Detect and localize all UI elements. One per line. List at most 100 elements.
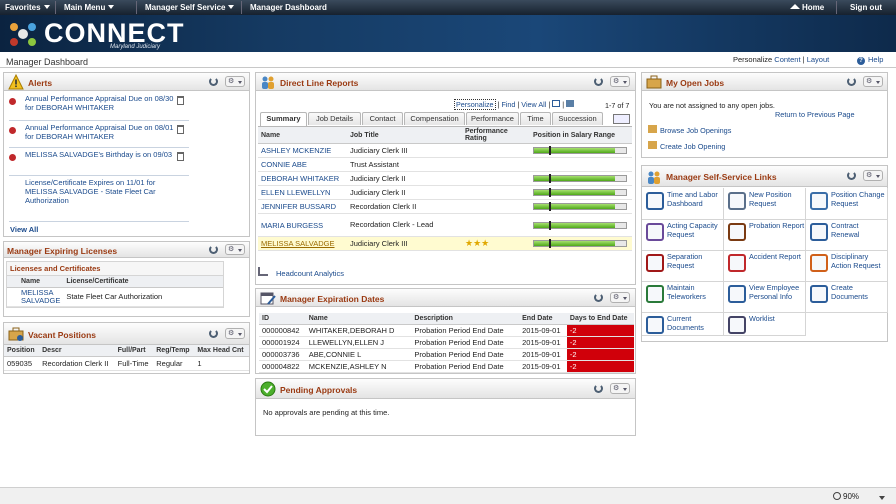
refresh-icon[interactable] [847, 77, 856, 86]
position-change-icon [810, 192, 828, 210]
zoom-grid-icon[interactable] [552, 100, 561, 107]
main-menu[interactable]: Main Menu [64, 3, 115, 12]
employee-name-link[interactable]: ELLEN LLEWELLYN [258, 185, 347, 200]
tab-contact[interactable]: Contact [362, 112, 403, 125]
self-service-link[interactable]: Contract Renewal [806, 219, 888, 251]
job-title: Judiciary Clerk II [347, 185, 462, 200]
zoom-icon [833, 492, 841, 500]
view-all-alerts-link[interactable]: View All [10, 225, 38, 234]
logo-subtitle: Maryland Judiciary [110, 44, 161, 50]
salary-range-bar [533, 188, 627, 197]
self-service-link[interactable]: View Employee Personal Info [724, 281, 806, 313]
employee-name-link[interactable]: ASHLEY MCKENZIE [258, 143, 347, 158]
self-service-link[interactable]: Acting Capacity Request [642, 219, 724, 251]
self-service-link[interactable]: Current Documents [642, 312, 724, 336]
table-row: MELISSA SALVADGE State Fleet Car Authoriz… [7, 287, 223, 307]
sign-out-link[interactable]: Sign out [850, 3, 882, 12]
performance-rating: ★★★ [462, 236, 530, 251]
self-service-link[interactable]: Time and Labor Dashboard [642, 188, 724, 220]
analytics-icon [258, 267, 268, 276]
alert-item[interactable]: MELISSA SALVADGE's Birthday is on 09/03 [9, 149, 189, 176]
favorites-menu[interactable]: Favorites [5, 3, 50, 12]
self-service-link[interactable]: Separation Request [642, 250, 724, 282]
self-service-link[interactable]: New Position Request [724, 188, 806, 220]
trash-icon[interactable] [177, 125, 184, 134]
browse-jobs-link[interactable]: Browse Job Openings [648, 125, 731, 135]
pagelet-options-button[interactable]: ⚙ [225, 328, 245, 339]
alert-item[interactable]: Annual Performance Appraisal Due on 08/3… [9, 93, 189, 121]
pagelet-options-button[interactable]: ⚙ [610, 76, 630, 87]
license-employee-link[interactable]: MELISSA SALVADGE [7, 287, 64, 307]
employee-name-link[interactable]: DEBORAH WHITAKER [258, 171, 347, 186]
pending-header: Pending Approvals ⚙ [256, 379, 635, 399]
refresh-icon[interactable] [594, 293, 603, 302]
tab-succession[interactable]: Succession [552, 112, 603, 125]
personalize-content-link[interactable]: Content [774, 55, 800, 64]
connect-logo-icon [10, 23, 36, 46]
vacant-cell: 1 [194, 356, 249, 371]
breadcrumb-manager-dashboard[interactable]: Manager Dashboard [250, 3, 327, 12]
pagelet-options-button[interactable]: ⚙ [610, 292, 630, 303]
self-service-link[interactable]: Accident Report [724, 250, 806, 282]
job-title: Judiciary Clerk III [347, 143, 462, 158]
error-icon [9, 154, 16, 161]
employee-name-link[interactable]: MELISSA SALVADGE [258, 236, 347, 251]
salary-midpoint-marker [549, 188, 551, 197]
tab-compensation[interactable]: Compensation [404, 112, 465, 125]
refresh-icon[interactable] [209, 245, 218, 254]
expiration-cell: 2015-09-01 [519, 360, 567, 373]
salary-range-cell [530, 157, 632, 172]
find-link[interactable]: Find [501, 100, 515, 109]
pagelet-options-button[interactable]: ⚙ [863, 76, 883, 87]
pagelet-options-button[interactable]: ⚙ [610, 383, 630, 394]
tab-performance[interactable]: Performance [466, 112, 519, 125]
refresh-icon[interactable] [209, 77, 218, 86]
employee-name-link[interactable]: JENNIFER BUSSARD [258, 199, 347, 214]
alert-item[interactable]: Annual Performance Appraisal Due on 08/0… [9, 122, 189, 148]
return-previous-link[interactable]: Return to Previous Page [775, 110, 855, 119]
self-service-link[interactable]: Probation Report [724, 219, 806, 251]
refresh-icon[interactable] [594, 77, 603, 86]
help-link[interactable]: ? Help [857, 55, 883, 65]
breadcrumb-manager-self-service[interactable]: Manager Self Service [145, 3, 235, 12]
alert-item[interactable]: License/Certificate Expires on 11/01 for… [9, 177, 189, 222]
show-all-columns-icon[interactable] [613, 114, 630, 124]
salary-range-fill [534, 148, 615, 153]
pagelet-options-button[interactable]: ⚙ [225, 244, 245, 255]
pagelet-options-button[interactable]: ⚙ [225, 76, 245, 87]
self-service-link[interactable]: Position Change Request [806, 188, 888, 220]
accident-icon [728, 254, 746, 272]
create-job-link[interactable]: Create Job Opening [648, 141, 725, 151]
view-all-link[interactable]: View All [521, 100, 546, 109]
open-jobs-pagelet: My Open Jobs ⚙ You are not assigned to a… [641, 72, 888, 158]
employee-name-link[interactable]: MARIA BURGESS [258, 213, 347, 237]
direct-col-header: Job Title [347, 127, 462, 144]
trash-icon[interactable] [177, 152, 184, 161]
chevron-down-icon[interactable] [879, 496, 885, 500]
refresh-icon[interactable] [847, 171, 856, 180]
expiration-cell: ABE,CONNIE L [305, 348, 412, 361]
home-link[interactable]: Home [790, 3, 824, 12]
personalize-grid-link[interactable]: Personalize [454, 99, 496, 110]
tab-summary[interactable]: Summary [260, 112, 307, 126]
trash-icon[interactable] [177, 96, 184, 105]
zoom-level[interactable]: 90% [833, 492, 859, 501]
refresh-icon[interactable] [209, 329, 218, 338]
salary-range-cell [530, 236, 632, 251]
pagelet-options-button[interactable]: ⚙ [863, 170, 883, 181]
tab-time[interactable]: Time [520, 112, 551, 125]
create-icon [648, 141, 657, 149]
employee-name-link[interactable]: CONNIE ABE [258, 157, 347, 172]
self-service-link[interactable]: Maintain Teleworkers [642, 281, 724, 313]
vacant-cell: Full-Time [114, 356, 154, 371]
refresh-icon[interactable] [594, 384, 603, 393]
self-service-link[interactable]: Worklist [724, 312, 806, 336]
download-excel-icon[interactable] [566, 100, 575, 107]
self-service-link[interactable]: Disciplinary Action Request [806, 250, 888, 282]
tab-job-details[interactable]: Job Details [308, 112, 361, 125]
headcount-analytics-link[interactable]: Headcount Analytics [258, 267, 344, 278]
personal-info-icon [728, 285, 746, 303]
self-service-link[interactable]: Create Documents [806, 281, 888, 313]
personalize-layout-link[interactable]: Layout [807, 55, 830, 64]
people-icon [648, 171, 660, 184]
